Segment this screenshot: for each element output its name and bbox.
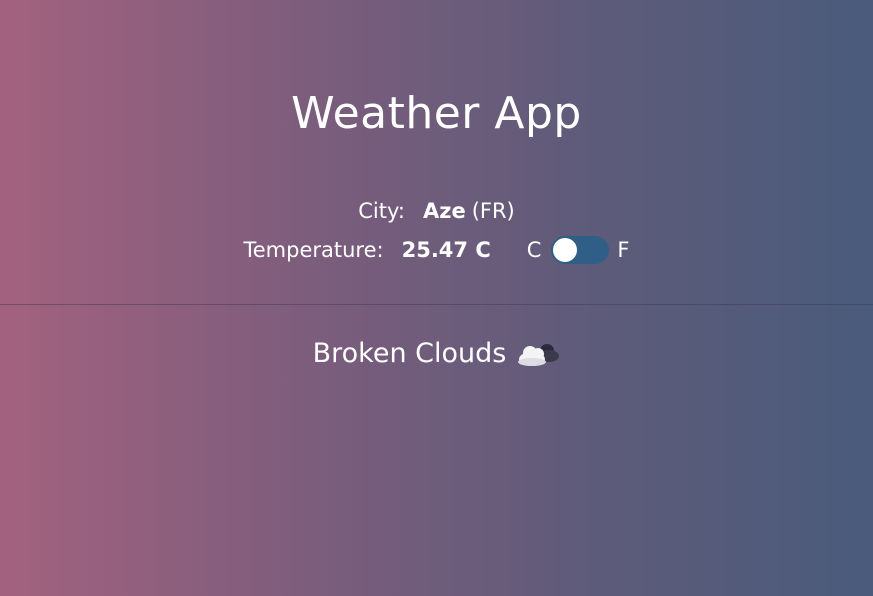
city-name: Aze xyxy=(422,199,466,223)
cloud-sun-icon xyxy=(516,340,560,368)
city-row: City: Aze (FR) xyxy=(0,199,873,223)
city-label: City: xyxy=(358,199,405,223)
city-country: (FR) xyxy=(471,199,515,223)
toggle-knob xyxy=(553,238,578,262)
temperature-row: Temperature: 25.47 C C F xyxy=(0,236,873,264)
weather-conditions: Broken Clouds xyxy=(0,338,873,369)
divider xyxy=(0,304,873,305)
unit-fahrenheit-label: F xyxy=(617,238,630,262)
app-title: Weather App xyxy=(291,88,582,139)
conditions-text: Broken Clouds xyxy=(312,338,507,369)
unit-toggle[interactable] xyxy=(551,236,610,264)
temperature-label: Temperature: xyxy=(243,238,384,262)
temperature-value: 25.47 C xyxy=(401,238,491,262)
unit-celsius-label: C xyxy=(526,238,542,262)
